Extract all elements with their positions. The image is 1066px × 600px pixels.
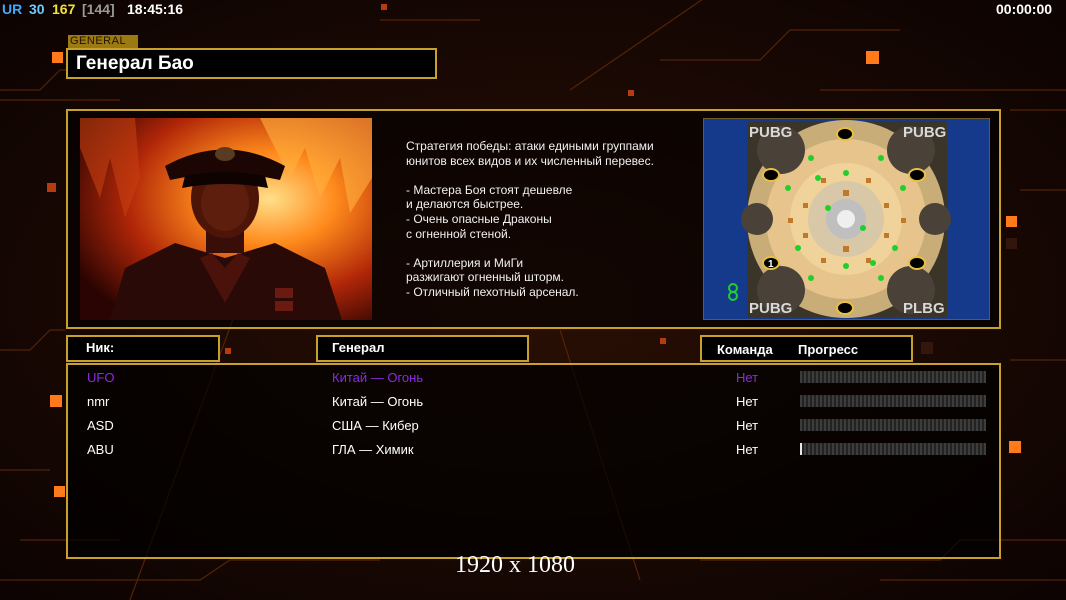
header-team: Команда — [717, 342, 773, 357]
header-progress: Прогресс — [798, 342, 859, 357]
strategy-line: и делаются быстрее. — [406, 197, 524, 212]
player-progress-bar — [800, 395, 986, 407]
player-team[interactable]: Нет — [736, 394, 758, 409]
player-row[interactable]: ASD США — Кибер Нет — [68, 416, 1003, 436]
player-row[interactable]: ABU ГЛА — Химик Нет — [68, 440, 1003, 460]
header-nick: Ник: — [66, 335, 220, 362]
minimap-frame — [703, 118, 990, 320]
strategy-line: Стратегия победы: атаки едиными группами — [406, 139, 654, 153]
clock: 18:45:16 — [127, 1, 184, 17]
player-general[interactable]: ГЛА — Химик — [332, 442, 414, 457]
player-progress-bar — [800, 419, 986, 431]
player-team[interactable]: Нет — [736, 418, 758, 433]
strategy-line — [406, 241, 696, 256]
player-general[interactable]: Китай — Огонь — [332, 394, 423, 409]
strategy-line: - Мастера Боя стоят дешевле — [406, 182, 573, 197]
strategy-line: - Отличный пехотный арсенал. — [406, 284, 579, 299]
stat-value-1: 30 — [29, 1, 45, 17]
player-team[interactable]: Нет — [736, 442, 758, 457]
resolution-label: 1920 x 1080 — [455, 552, 575, 578]
header-team-progress: Команда Прогресс — [700, 335, 913, 362]
general-name-title: Генерал Бао — [66, 48, 437, 79]
player-general[interactable]: Китай — Огонь — [332, 370, 423, 385]
strategy-line: - Артиллерия и МиГи — [406, 255, 524, 270]
players-list: UFO Китай — Огонь Нет nmr Китай — Огонь Нет AS… — [66, 363, 1001, 559]
player-row[interactable]: UFO Китай — Огонь Нет — [68, 368, 1003, 388]
status-bar: UR 30 167 [144] 18:45:16 00:00:00 — [0, 0, 1066, 20]
strategy-line: юнитов всех видов и их численный перевес… — [406, 153, 654, 168]
match-timer: 00:00:00 — [996, 1, 1053, 17]
strategy-line: с огненной стеной. — [406, 226, 512, 241]
player-general[interactable]: США — Кибер — [332, 418, 419, 433]
section-tag: GENERAL — [68, 35, 138, 48]
stat-value-3: [144] — [82, 1, 115, 17]
player-team[interactable]: Нет — [736, 370, 758, 385]
strategy-description: Стратегия победы: атаки едиными группами… — [406, 139, 696, 300]
strategy-line: - Очень опасные Драконы — [406, 211, 552, 226]
header-general: Генерал — [316, 335, 529, 362]
strategy-line — [406, 168, 696, 183]
player-progress-fill — [800, 443, 802, 455]
strategy-line: разжигают огненный шторм. — [406, 270, 564, 285]
ur-label: UR — [2, 1, 23, 17]
player-progress-bar — [800, 443, 986, 455]
player-nick: nmr — [87, 394, 110, 409]
general-portrait — [80, 118, 372, 320]
stat-value-2: 167 — [52, 1, 76, 17]
player-nick: ABU — [87, 442, 114, 457]
player-progress-bar — [800, 371, 986, 383]
player-nick: UFO — [87, 370, 115, 385]
player-nick: ASD — [87, 418, 114, 433]
player-row[interactable]: nmr Китай — Огонь Нет — [68, 392, 1003, 412]
